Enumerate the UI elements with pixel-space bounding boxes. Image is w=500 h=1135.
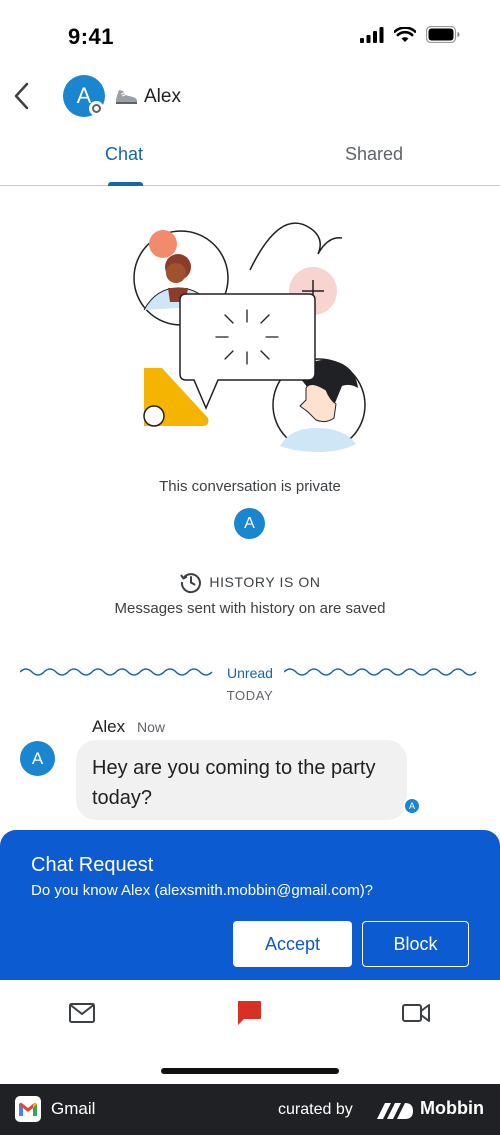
participant-avatar: A: [234, 508, 265, 539]
mobbin-logo-icon: [377, 1103, 413, 1119]
message-avatar[interactable]: A: [20, 741, 55, 776]
private-conversation-illustration: [133, 222, 366, 452]
chat-request-question: Do you know Alex (alexsmith.mobbin@gmail…: [31, 882, 374, 899]
message-time: Now: [137, 719, 166, 735]
status-bar: 9:41: [0, 0, 500, 70]
gmail-logo: [15, 1096, 41, 1122]
nav-chat[interactable]: [229, 998, 269, 1028]
tab-shared[interactable]: Shared: [345, 144, 403, 165]
chat-header: A Alex: [0, 70, 500, 124]
brand-label: Mobbin: [420, 1098, 484, 1118]
tab-bar: Chat Shared: [0, 130, 500, 186]
read-receipt-avatar: A: [403, 797, 421, 815]
block-button[interactable]: Block: [362, 921, 469, 967]
wifi-icon: [394, 26, 416, 42]
signal-icon: [360, 26, 384, 43]
clock-history-icon: [180, 573, 202, 594]
active-tab-indicator: [108, 182, 143, 186]
nav-meet[interactable]: [396, 998, 436, 1028]
chat-request-title: Chat Request: [31, 854, 154, 876]
date-label: TODAY: [226, 688, 274, 703]
chat-request-banner: Chat Request Do you know Alex (alexsmith…: [0, 830, 500, 980]
message-bubble[interactable]: Hey are you coming to the party today?: [76, 740, 407, 820]
battery-icon: [426, 26, 460, 43]
mail-icon: [69, 1003, 95, 1023]
curated-by-label: curated by: [278, 1101, 353, 1118]
unread-divider: Unread: [20, 662, 480, 684]
running-shoe-icon: [116, 90, 137, 104]
chat-icon: [238, 1001, 261, 1025]
app-label: Gmail: [51, 1099, 96, 1118]
history-label: HISTORY IS ON: [209, 574, 321, 590]
back-button[interactable]: [6, 78, 36, 114]
history-status: HISTORY IS ON: [0, 570, 500, 594]
chevron-left-icon: [14, 82, 29, 110]
home-indicator: [161, 1068, 339, 1074]
wave-divider-right: [284, 668, 477, 676]
nav-mail[interactable]: [62, 998, 102, 1028]
gmail-icon: [19, 1102, 37, 1116]
presence-indicator: [89, 101, 104, 116]
tab-chat[interactable]: Chat: [105, 144, 143, 165]
message-sender: Alex: [92, 717, 126, 736]
private-conversation-text: This conversation is private: [159, 478, 341, 495]
video-icon: [402, 1004, 430, 1022]
history-description: Messages sent with history on are saved: [114, 600, 386, 617]
attribution-footer: Gmail curated by Mobbin: [0, 1084, 500, 1135]
bottom-navigation: [0, 980, 500, 1084]
accept-button[interactable]: Accept: [233, 921, 352, 967]
contact-name[interactable]: Alex: [144, 86, 181, 108]
status-time: 9:41: [68, 24, 115, 49]
status-icons: [360, 26, 460, 43]
